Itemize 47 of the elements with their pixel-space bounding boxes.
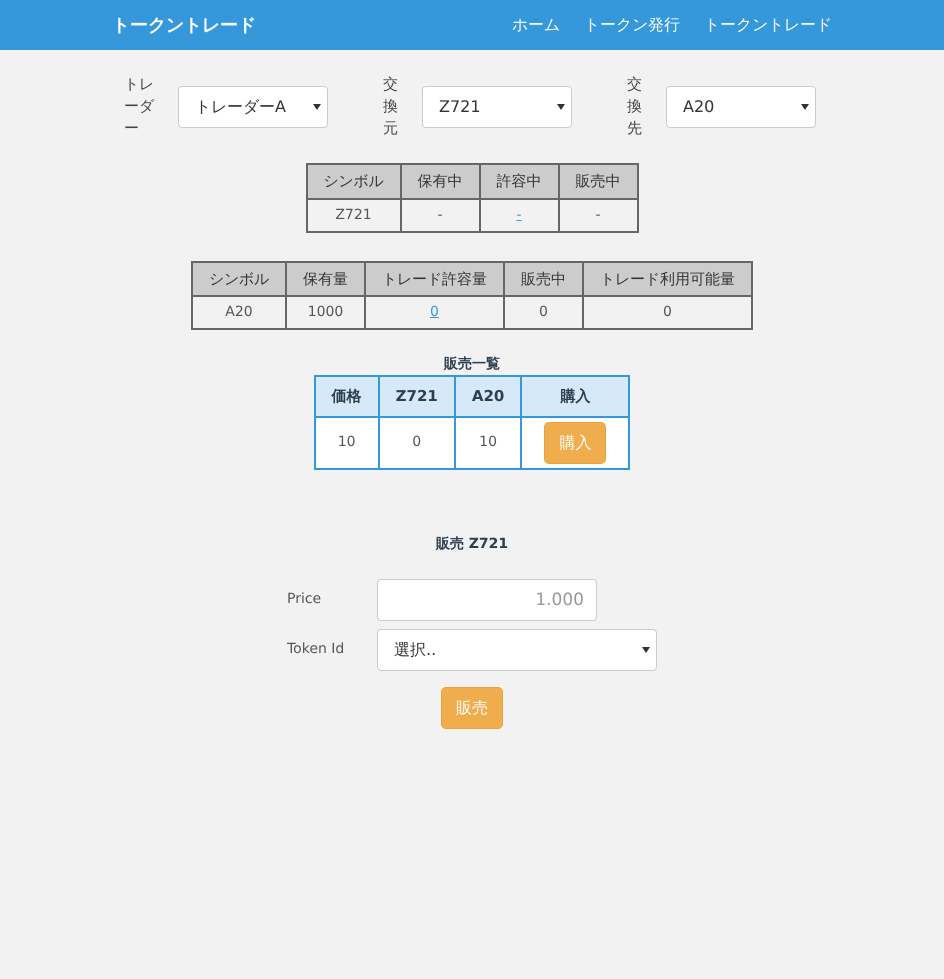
column-header: 購入	[521, 376, 630, 417]
nav-link[interactable]: トークントレード	[704, 13, 832, 37]
sell-form-title: 販売 Z721	[434, 534, 510, 554]
filter-label: トレーダー	[124, 74, 154, 138]
table-link[interactable]: -	[516, 206, 522, 223]
table-cell: 0	[378, 416, 455, 469]
table-cell: 0	[583, 296, 752, 330]
column-header: シンボル	[306, 164, 400, 199]
caret-icon	[557, 104, 565, 110]
filter-select[interactable]: Z721	[422, 86, 572, 128]
filter-label: 交換元	[383, 74, 398, 138]
sell-button[interactable]: 販売	[441, 686, 503, 729]
nav-link[interactable]: トークン発行	[584, 13, 680, 37]
column-header: 販売中	[504, 262, 583, 296]
token-id-label: Token Id	[287, 640, 346, 660]
caret-icon	[642, 646, 650, 653]
token-id-select[interactable]: 選択..	[377, 628, 657, 671]
caret-icon	[801, 104, 809, 110]
table-cell: -	[558, 198, 638, 232]
filter-select[interactable]: A20	[666, 86, 816, 128]
column-header: 保有量	[286, 262, 365, 296]
column-header: 許容中	[480, 164, 558, 199]
column-header: トレード利用可能量	[583, 262, 752, 296]
buy-button[interactable]: 購入	[544, 422, 606, 464]
filter-select[interactable]: トレーダーA	[178, 86, 328, 128]
sales-list-title: 販売一覧	[442, 355, 501, 374]
table-cell: 0	[504, 296, 583, 330]
column-header: 保有中	[400, 164, 480, 199]
filter-label: 交換先	[627, 74, 642, 138]
brand-title[interactable]: トークントレード	[112, 12, 256, 38]
column-header: Z721	[378, 376, 455, 417]
table-cell: A20	[192, 296, 286, 330]
column-header: 価格	[314, 376, 379, 417]
column-header: シンボル	[192, 262, 286, 296]
price-input[interactable]: 1.000	[377, 578, 597, 621]
table-cell: 10	[314, 416, 379, 469]
column-header: トレード許容量	[365, 262, 504, 296]
table-cell: Z721	[306, 198, 400, 232]
table-cell: -	[400, 198, 480, 232]
table-cell: 1000	[286, 296, 365, 330]
nav-link[interactable]: ホーム	[512, 13, 560, 37]
caret-icon	[313, 104, 321, 110]
table-link[interactable]: 0	[430, 304, 439, 320]
column-header: 販売中	[558, 164, 638, 199]
table-cell: 10	[454, 416, 522, 469]
price-label: Price	[287, 590, 322, 610]
column-header: A20	[454, 376, 522, 417]
